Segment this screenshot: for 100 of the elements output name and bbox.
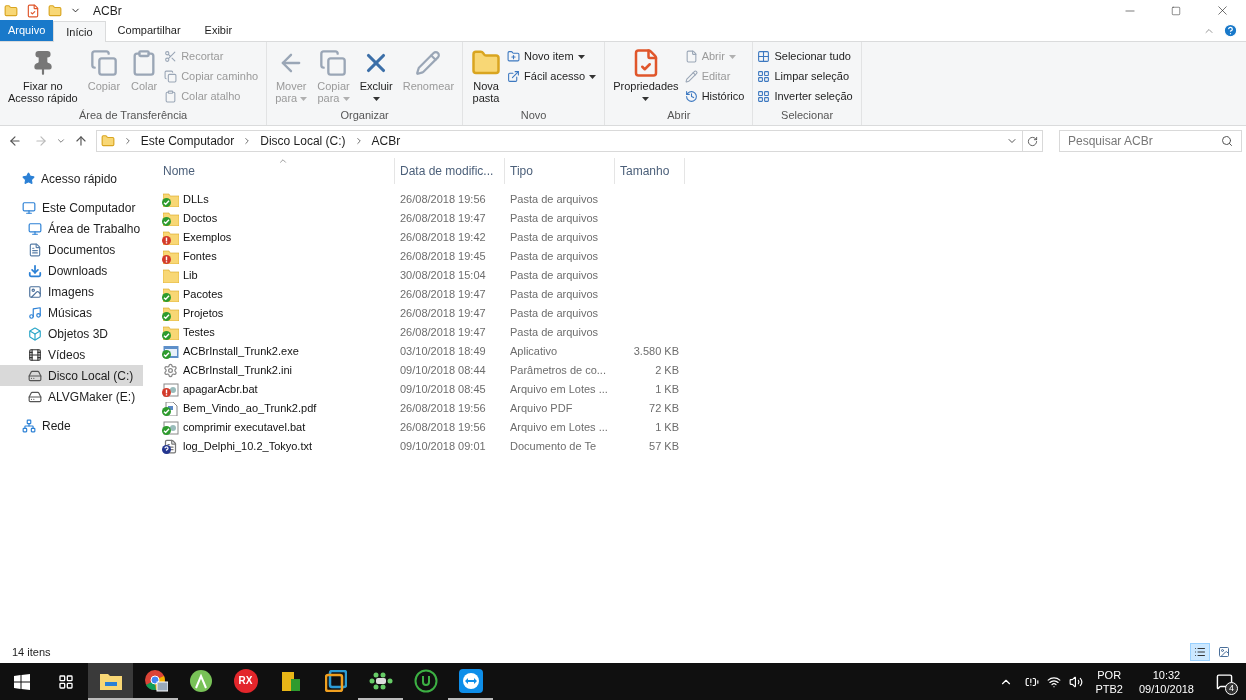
nav-item[interactable]: Área de Trabalho xyxy=(0,218,143,239)
nav-item[interactable]: Disco Local (C:) xyxy=(0,365,143,386)
file-name: ACBrInstall_Trunk2.ini xyxy=(183,363,293,379)
ribbon-button[interactable]: Inverter seleção xyxy=(757,88,857,105)
nav-item[interactable]: Rede xyxy=(0,415,143,436)
recent-icon[interactable] xyxy=(55,136,66,146)
table-cell-text: Pasta de arquivos xyxy=(509,192,600,208)
table-cell-text: 26/08/2018 19:47 xyxy=(399,306,487,322)
table-cell-text: Pasta de arquivos xyxy=(509,249,600,265)
table-cell-text: Pasta de arquivos xyxy=(509,306,600,322)
ribbon-button[interactable]: Propriedades xyxy=(609,46,683,104)
column-header[interactable]: Nome xyxy=(158,158,395,184)
file-row[interactable]: Testes 26/08/2018 19:47 Pasta de arquivos xyxy=(158,323,1246,342)
file-row[interactable]: Projetos 26/08/2018 19:47 Pasta de arquivos xyxy=(158,304,1246,323)
refresh-button[interactable] xyxy=(1023,130,1043,152)
file-row[interactable]: Exemplos 26/08/2018 19:42 Pasta de arquivos xyxy=(158,228,1246,247)
breadcrumb-item[interactable]: Este Computador xyxy=(140,132,235,150)
column-header[interactable]: Tipo xyxy=(505,158,615,184)
table-cell-text: 1 KB xyxy=(655,382,679,398)
search-field[interactable]: Pesquisar ACBr xyxy=(1068,132,1221,150)
table-cell-text: Pasta de arquivos xyxy=(509,325,600,341)
ribbon-tab[interactable]: Exibir xyxy=(192,20,245,41)
table-cell-text: Parâmetros de co... xyxy=(509,363,607,379)
ribbon-button[interactable]: Limpar seleção xyxy=(757,68,857,85)
check-badge-icon xyxy=(162,312,171,321)
clipboard-icon xyxy=(164,90,178,103)
taskbar-app[interactable]: RX xyxy=(223,663,268,700)
address-bar[interactable]: Este Computador Disco Local (C:) ACBr xyxy=(95,130,1024,152)
breadcrumb-item[interactable]: ACBr xyxy=(371,132,401,150)
ribbon-button[interactable]: Novo item xyxy=(507,48,601,65)
check-badge-icon xyxy=(162,331,171,340)
details-view-button[interactable] xyxy=(1190,643,1210,661)
clock[interactable]: 10:32 09/10/2018 xyxy=(1130,667,1202,696)
network-icon xyxy=(22,418,36,433)
file-row[interactable]: Pacotes 26/08/2018 19:47 Pasta de arquivos xyxy=(158,285,1246,304)
nav-item[interactable]: Vídeos xyxy=(0,344,143,365)
file-row[interactable]: DLLs 26/08/2018 19:56 Pasta de arquivos xyxy=(158,190,1246,209)
music-icon xyxy=(28,305,42,320)
ribbon-button[interactable]: Fácil acesso xyxy=(507,68,601,85)
file-name: comprimir executavel.bat xyxy=(183,420,306,436)
table-cell-text: 26/08/2018 19:45 xyxy=(399,249,487,265)
file-row[interactable]: Doctos 26/08/2018 19:47 Pasta de arquivos xyxy=(158,209,1246,228)
folder-icon xyxy=(162,268,179,283)
ribbon-button[interactable]: Fixar no Acesso rápido xyxy=(4,46,82,104)
table-cell-text: Pasta de arquivos xyxy=(509,287,600,303)
image-icon xyxy=(1218,646,1230,658)
notifications-button[interactable]: 4 xyxy=(1202,663,1246,700)
grid-icon xyxy=(757,50,771,63)
column-header[interactable]: Tamanho xyxy=(615,158,685,184)
column-header[interactable]: Data de modific... xyxy=(395,158,505,184)
nav-item[interactable]: ALVGMaker (E:) xyxy=(0,386,143,407)
document-icon xyxy=(28,242,42,257)
taskbar-app[interactable] xyxy=(88,663,133,700)
ribbon-tab[interactable]: Arquivo xyxy=(0,20,54,41)
file-row[interactable]: apagarAcbr.bat 09/10/2018 08:45 Arquivo em Lotes ... 1 KB xyxy=(158,380,1246,399)
nav-item[interactable]: Objetos 3D xyxy=(0,323,143,344)
table-cell-text: Arquivo PDF xyxy=(509,401,574,417)
ribbon-button[interactable]: Nova pasta xyxy=(467,46,506,104)
nav-item[interactable]: Acesso rápido xyxy=(0,168,143,189)
nav-item[interactable]: Imagens xyxy=(0,281,143,302)
wifi-icon[interactable] xyxy=(1047,674,1062,689)
star-icon xyxy=(22,172,35,185)
file-row[interactable]: Lib 30/08/2018 15:04 Pasta de arquivos xyxy=(158,266,1246,285)
download-icon xyxy=(28,263,42,278)
breadcrumb-item[interactable]: Disco Local (C:) xyxy=(260,132,346,150)
grid-icon xyxy=(757,90,771,103)
file-row[interactable]: comprimir executavel.bat 26/08/2018 19:56 Arquivo em Lotes ... 1 KB xyxy=(158,418,1246,437)
nav-item[interactable]: Este Computador xyxy=(0,197,143,218)
close-icon[interactable] xyxy=(1215,3,1230,18)
table-cell-text: 26/08/2018 19:42 xyxy=(399,230,487,246)
ribbon-tab[interactable]: Compartilhar xyxy=(105,20,193,41)
check-badge-icon xyxy=(162,407,171,416)
nav-item[interactable]: Downloads xyxy=(0,260,143,281)
table-cell-text: 09/10/2018 08:44 xyxy=(399,363,487,379)
language-indicator[interactable]: POR PTB2 xyxy=(1087,667,1131,696)
nav-item[interactable]: Documentos xyxy=(0,239,143,260)
restore-icon[interactable] xyxy=(1171,5,1181,16)
back-icon[interactable] xyxy=(8,134,22,148)
ribbon-button[interactable]: Selecionar tudo xyxy=(757,48,857,65)
file-name: Bem_Vindo_ao_Trunk2.pdf xyxy=(183,401,317,417)
question-badge-icon xyxy=(162,445,171,454)
table-cell-text: 26/08/2018 19:56 xyxy=(399,401,487,417)
table-cell-text: 09/10/2018 08:45 xyxy=(399,382,487,398)
nav-item[interactable]: Músicas xyxy=(0,302,143,323)
ribbon-button[interactable]: Excluir xyxy=(355,46,397,104)
file-row[interactable]: Fontes 26/08/2018 19:45 Pasta de arquivos xyxy=(158,247,1246,266)
help-icon[interactable] xyxy=(1223,23,1238,38)
task-view-icon[interactable] xyxy=(58,673,74,690)
file-name: ACBrInstall_Trunk2.exe xyxy=(183,344,299,360)
up-icon[interactable] xyxy=(73,134,88,148)
file-row[interactable]: ACBrInstall_Trunk2.exe 03/10/2018 18:49 Aplicativo 3.580 KB xyxy=(158,342,1246,361)
table-cell-text: 26/08/2018 19:56 xyxy=(399,192,487,208)
ribbon-tab[interactable]: Início xyxy=(53,21,106,42)
ribbon-button[interactable]: Histórico xyxy=(684,88,749,105)
scissors-icon xyxy=(164,50,178,63)
file-row[interactable]: ACBrInstall_Trunk2.ini 09/10/2018 08:44 Parâmetros de co... 2 KB xyxy=(158,361,1246,380)
file-row[interactable]: Bem_Vindo_ao_Trunk2.pdf 26/08/2018 19:56 Arquivo PDF 72 KB xyxy=(158,399,1246,418)
search-box[interactable]: Pesquisar ACBr xyxy=(1059,130,1242,152)
file-row[interactable]: log_Delphi_10.2_Tokyo.txt 09/10/2018 09:01 Documento de Te 57 KB xyxy=(158,437,1246,456)
volume-icon[interactable] xyxy=(1069,674,1084,689)
